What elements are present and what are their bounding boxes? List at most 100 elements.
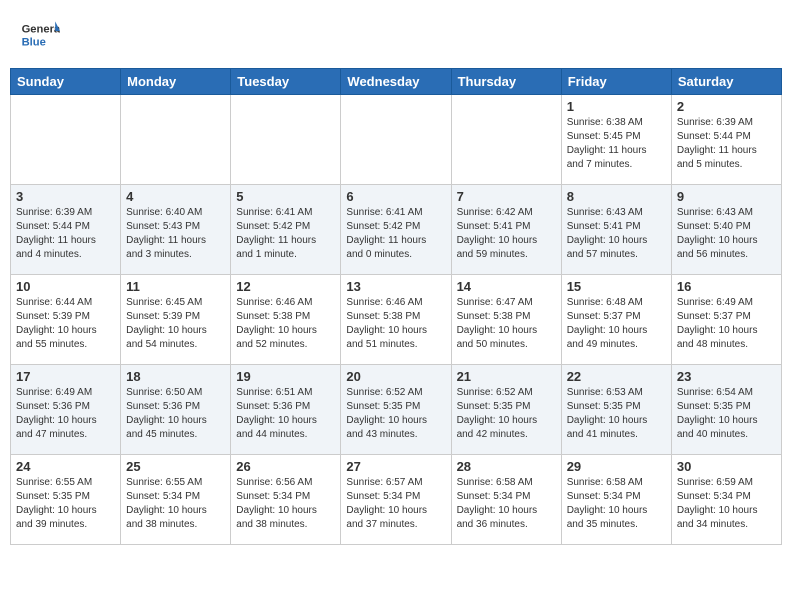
calendar-cell: 24 Sunrise: 6:55 AM Sunset: 5:35 PM Dayli… — [11, 455, 121, 545]
day-info: Sunrise: 6:49 AM Sunset: 5:36 PM Dayligh… — [16, 386, 115, 442]
calendar-cell: 7 Sunrise: 6:42 AM Sunset: 5:41 PM Daylig… — [451, 185, 561, 275]
calendar-cell: 14 Sunrise: 6:47 AM Sunset: 5:38 PM Dayli… — [451, 275, 561, 365]
day-info: Sunrise: 6:41 AM Sunset: 5:42 PM Dayligh… — [346, 206, 445, 262]
day-number: 11 — [126, 279, 225, 294]
weekday-header-tuesday: Tuesday — [231, 69, 341, 95]
day-info: Sunrise: 6:53 AM Sunset: 5:35 PM Dayligh… — [567, 386, 666, 442]
calendar-cell: 22 Sunrise: 6:53 AM Sunset: 5:35 PM Dayli… — [561, 365, 671, 455]
weekday-header-monday: Monday — [121, 69, 231, 95]
day-number: 8 — [567, 189, 666, 204]
calendar-cell: 1 Sunrise: 6:38 AM Sunset: 5:45 PM Daylig… — [561, 95, 671, 185]
day-number: 6 — [346, 189, 445, 204]
logo: General Blue — [20, 15, 60, 55]
calendar-cell: 3 Sunrise: 6:39 AM Sunset: 5:44 PM Daylig… — [11, 185, 121, 275]
calendar-cell — [341, 95, 451, 185]
day-info: Sunrise: 6:55 AM Sunset: 5:34 PM Dayligh… — [126, 476, 225, 532]
day-number: 22 — [567, 369, 666, 384]
day-number: 10 — [16, 279, 115, 294]
calendar-cell: 16Sunrise: 6:49 AM Sunset: 5:37 PM Dayli… — [671, 275, 781, 365]
day-info: Sunrise: 6:56 AM Sunset: 5:34 PM Dayligh… — [236, 476, 335, 532]
day-number: 5 — [236, 189, 335, 204]
day-info: Sunrise: 6:49 AM Sunset: 5:37 PM Dayligh… — [677, 296, 776, 352]
page-header: General Blue — [10, 10, 782, 60]
weekday-header-friday: Friday — [561, 69, 671, 95]
calendar-cell: 27 Sunrise: 6:57 AM Sunset: 5:34 PM Dayli… — [341, 455, 451, 545]
day-number: 9 — [677, 189, 776, 204]
calendar-cell: 15 Sunrise: 6:48 AM Sunset: 5:37 PM Dayli… — [561, 275, 671, 365]
day-number: 18 — [126, 369, 225, 384]
calendar-cell: 23Sunrise: 6:54 AM Sunset: 5:35 PM Dayli… — [671, 365, 781, 455]
day-info: Sunrise: 6:59 AM Sunset: 5:34 PM Dayligh… — [677, 476, 776, 532]
day-number: 25 — [126, 459, 225, 474]
day-info: Sunrise: 6:39 AM Sunset: 5:44 PM Dayligh… — [677, 116, 776, 172]
day-number: 1 — [567, 99, 666, 114]
calendar-cell: 9Sunrise: 6:43 AM Sunset: 5:40 PM Daylig… — [671, 185, 781, 275]
calendar-cell: 17 Sunrise: 6:49 AM Sunset: 5:36 PM Dayli… — [11, 365, 121, 455]
day-number: 13 — [346, 279, 445, 294]
day-number: 28 — [457, 459, 556, 474]
day-info: Sunrise: 6:52 AM Sunset: 5:35 PM Dayligh… — [457, 386, 556, 442]
calendar-cell: 8 Sunrise: 6:43 AM Sunset: 5:41 PM Daylig… — [561, 185, 671, 275]
day-info: Sunrise: 6:46 AM Sunset: 5:38 PM Dayligh… — [346, 296, 445, 352]
day-info: Sunrise: 6:39 AM Sunset: 5:44 PM Dayligh… — [16, 206, 115, 262]
day-info: Sunrise: 6:55 AM Sunset: 5:35 PM Dayligh… — [16, 476, 115, 532]
day-number: 4 — [126, 189, 225, 204]
calendar-cell: 11 Sunrise: 6:45 AM Sunset: 5:39 PM Dayli… — [121, 275, 231, 365]
day-info: Sunrise: 6:50 AM Sunset: 5:36 PM Dayligh… — [126, 386, 225, 442]
day-info: Sunrise: 6:51 AM Sunset: 5:36 PM Dayligh… — [236, 386, 335, 442]
day-number: 2 — [677, 99, 776, 114]
calendar-cell: 12Sunrise: 6:46 AM Sunset: 5:38 PM Dayli… — [231, 275, 341, 365]
day-info: Sunrise: 6:57 AM Sunset: 5:34 PM Dayligh… — [346, 476, 445, 532]
calendar-cell: 20Sunrise: 6:52 AM Sunset: 5:35 PM Dayli… — [341, 365, 451, 455]
day-info: Sunrise: 6:41 AM Sunset: 5:42 PM Dayligh… — [236, 206, 335, 262]
svg-text:General: General — [22, 24, 60, 36]
calendar-cell — [121, 95, 231, 185]
calendar-cell: 6 Sunrise: 6:41 AM Sunset: 5:42 PM Daylig… — [341, 185, 451, 275]
weekday-header-thursday: Thursday — [451, 69, 561, 95]
day-number: 12 — [236, 279, 335, 294]
calendar-cell: 2 Sunrise: 6:39 AM Sunset: 5:44 PM Daylig… — [671, 95, 781, 185]
day-number: 14 — [457, 279, 556, 294]
week-row-3: 10 Sunrise: 6:44 AM Sunset: 5:39 PM Dayli… — [11, 275, 782, 365]
day-number: 26 — [236, 459, 335, 474]
week-row-1: 1 Sunrise: 6:38 AM Sunset: 5:45 PM Daylig… — [11, 95, 782, 185]
day-number: 27 — [346, 459, 445, 474]
calendar-cell: 26 Sunrise: 6:56 AM Sunset: 5:34 PM Dayli… — [231, 455, 341, 545]
calendar-cell: 10 Sunrise: 6:44 AM Sunset: 5:39 PM Dayli… — [11, 275, 121, 365]
day-number: 19 — [236, 369, 335, 384]
calendar-cell: 13 Sunrise: 6:46 AM Sunset: 5:38 PM Dayli… — [341, 275, 451, 365]
week-row-2: 3 Sunrise: 6:39 AM Sunset: 5:44 PM Daylig… — [11, 185, 782, 275]
day-number: 24 — [16, 459, 115, 474]
day-number: 7 — [457, 189, 556, 204]
weekday-header-row: SundayMondayTuesdayWednesdayThursdayFrid… — [11, 69, 782, 95]
calendar-cell: 25 Sunrise: 6:55 AM Sunset: 5:34 PM Dayli… — [121, 455, 231, 545]
calendar-table: SundayMondayTuesdayWednesdayThursdayFrid… — [10, 68, 782, 545]
day-info: Sunrise: 6:40 AM Sunset: 5:43 PM Dayligh… — [126, 206, 225, 262]
day-number: 17 — [16, 369, 115, 384]
logo-icon: General Blue — [20, 15, 60, 55]
weekday-header-saturday: Saturday — [671, 69, 781, 95]
week-row-5: 24 Sunrise: 6:55 AM Sunset: 5:35 PM Dayli… — [11, 455, 782, 545]
day-info: Sunrise: 6:38 AM Sunset: 5:45 PM Dayligh… — [567, 116, 666, 172]
calendar-cell: 29 Sunrise: 6:58 AM Sunset: 5:34 PM Dayli… — [561, 455, 671, 545]
calendar-cell: 28 Sunrise: 6:58 AM Sunset: 5:34 PM Dayli… — [451, 455, 561, 545]
calendar-cell — [231, 95, 341, 185]
week-row-4: 17 Sunrise: 6:49 AM Sunset: 5:36 PM Dayli… — [11, 365, 782, 455]
day-number: 29 — [567, 459, 666, 474]
day-info: Sunrise: 6:42 AM Sunset: 5:41 PM Dayligh… — [457, 206, 556, 262]
day-number: 15 — [567, 279, 666, 294]
calendar-cell: 18 Sunrise: 6:50 AM Sunset: 5:36 PM Dayli… — [121, 365, 231, 455]
day-number: 3 — [16, 189, 115, 204]
day-info: Sunrise: 6:58 AM Sunset: 5:34 PM Dayligh… — [567, 476, 666, 532]
calendar-cell: 5 Sunrise: 6:41 AM Sunset: 5:42 PM Daylig… — [231, 185, 341, 275]
day-info: Sunrise: 6:48 AM Sunset: 5:37 PM Dayligh… — [567, 296, 666, 352]
day-number: 23 — [677, 369, 776, 384]
day-info: Sunrise: 6:45 AM Sunset: 5:39 PM Dayligh… — [126, 296, 225, 352]
day-info: Sunrise: 6:58 AM Sunset: 5:34 PM Dayligh… — [457, 476, 556, 532]
calendar-cell — [451, 95, 561, 185]
day-info: Sunrise: 6:43 AM Sunset: 5:41 PM Dayligh… — [567, 206, 666, 262]
calendar-cell: 21Sunrise: 6:52 AM Sunset: 5:35 PM Dayli… — [451, 365, 561, 455]
svg-text:Blue: Blue — [22, 36, 46, 48]
day-info: Sunrise: 6:47 AM Sunset: 5:38 PM Dayligh… — [457, 296, 556, 352]
day-info: Sunrise: 6:44 AM Sunset: 5:39 PM Dayligh… — [16, 296, 115, 352]
